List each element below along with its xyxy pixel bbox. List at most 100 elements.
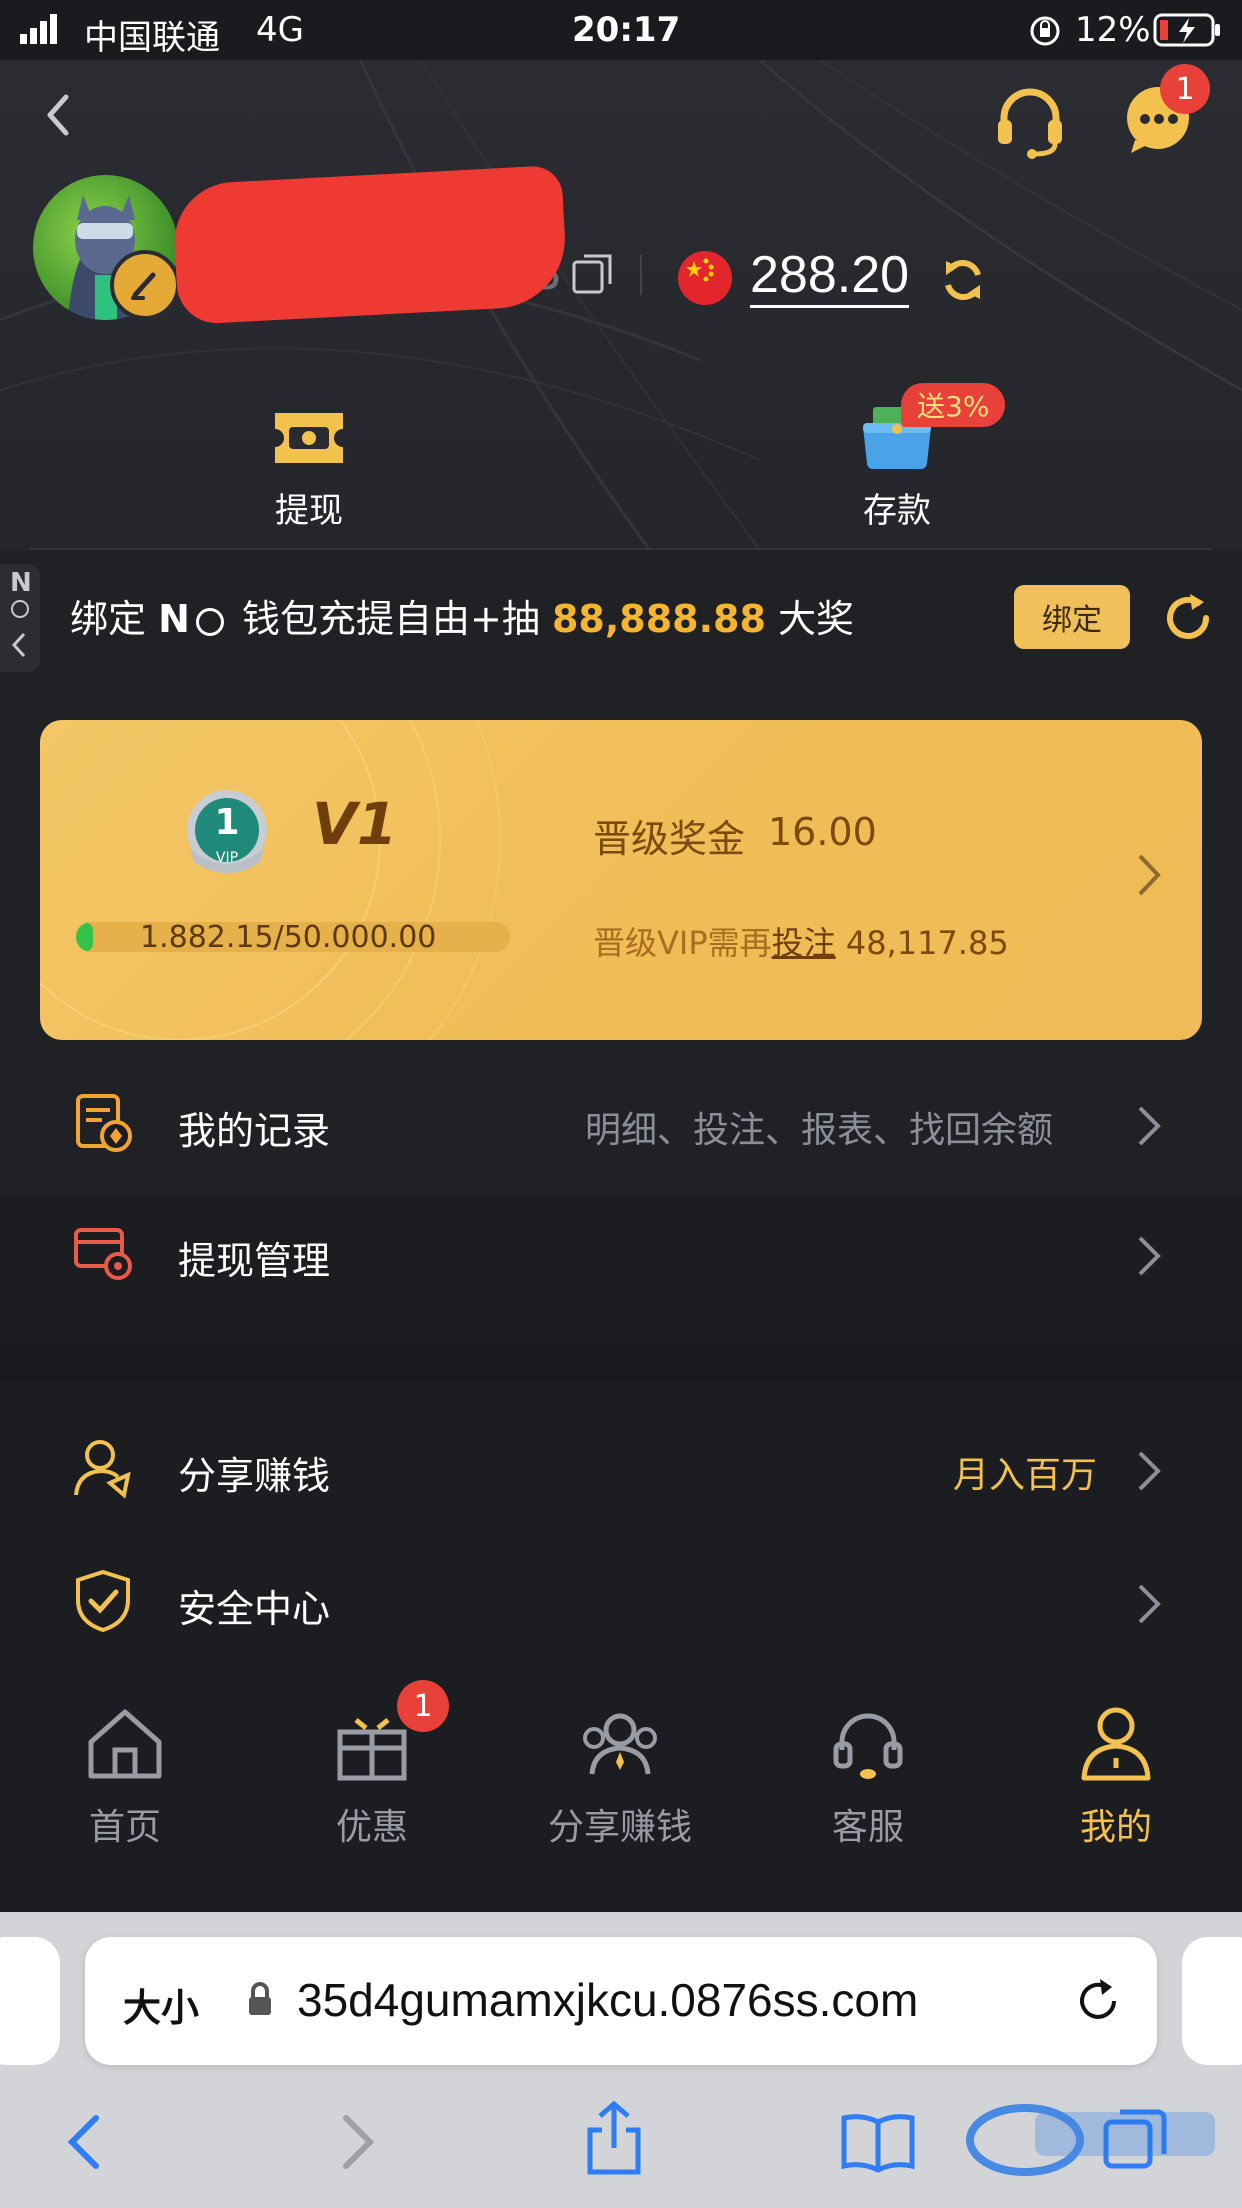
n-wallet-brand: N [158, 597, 190, 641]
shield-check-icon [72, 1568, 134, 1634]
edit-profile-button[interactable] [110, 250, 180, 320]
cash-ticket-icon [271, 407, 347, 469]
tab-customer-service-label: 客服 [831, 1807, 904, 1848]
tab-mine-label: 我的 [1079, 1807, 1152, 1848]
promotions-badge: 1 [397, 1680, 449, 1732]
menu-share-earn[interactable]: 分享赚钱 月入百万 [0, 1405, 1242, 1530]
clock: 20:17 [572, 10, 681, 50]
share-icon[interactable] [582, 2098, 646, 2178]
refresh-icon [1167, 594, 1209, 639]
upgrade-bonus-value: 16.00 [768, 810, 877, 854]
vip-progress-text: 1.882.15/50.000.00 [140, 920, 437, 955]
deposit-bonus-badge: 送3% [901, 383, 1006, 427]
network-label: 4G [256, 10, 304, 50]
chevron-right-icon [1138, 854, 1161, 896]
menu-security-center[interactable]: 安全中心 [0, 1538, 1242, 1663]
watermark-logo [965, 2090, 1230, 2180]
card-settings-icon [72, 1222, 136, 1284]
tab-share-earn[interactable]: 分享赚钱 [510, 1700, 730, 1880]
rotation-lock-icon [1028, 14, 1062, 48]
deposit-label: 存款 [863, 491, 931, 531]
bind-prefix: 绑定 [70, 597, 147, 641]
headset-icon [998, 88, 1062, 159]
tab-home-label: 首页 [88, 1807, 161, 1848]
redacted-username [171, 164, 569, 326]
tab-customer-service[interactable]: 客服 [758, 1700, 978, 1880]
url-text: 35d4gumamxjkcu.0876ss.com [297, 1974, 919, 2026]
records-label: 我的记录 [178, 1109, 331, 1153]
battery-icon [1153, 12, 1223, 48]
withdraw-button[interactable]: 提现 [209, 395, 409, 535]
vip-level: V1 [312, 790, 398, 858]
refresh-icon [945, 260, 981, 300]
tab-promotions-label: 优惠 [335, 1807, 408, 1848]
team-icon [583, 1713, 657, 1775]
vip-medal-icon: 1 VIP [182, 788, 272, 878]
upgrade-requirement: 晋级VIP需再投注 48,117.85 [593, 918, 1009, 964]
next-tab-card[interactable] [1182, 1937, 1242, 2065]
tab-promotions[interactable]: 1 优惠 [262, 1680, 482, 1880]
bookmarks-icon[interactable] [838, 2110, 918, 2174]
share-earn-label: 分享赚钱 [178, 1454, 331, 1498]
header-divider [30, 548, 1212, 550]
bind-wallet-banner: 绑定 N 钱包充提自由+抽 88,888.88 大奖 [70, 588, 854, 643]
carrier-label: 中国联通 [84, 18, 220, 58]
menu-withdraw-management[interactable]: 提现管理 [0, 1190, 1242, 1315]
vip-medal-number: 1 [214, 802, 240, 843]
side-tab-letter: N [10, 568, 32, 598]
refresh-banner-button[interactable] [1160, 590, 1216, 646]
menu-my-records[interactable]: 我的记录 明细、投注、报表、找回余额 [0, 1060, 1242, 1185]
side-drawer-tab[interactable]: N [0, 564, 40, 672]
deposit-button[interactable]: 送3% 存款 [797, 383, 1006, 535]
battery-percent: 12% [1075, 10, 1151, 50]
upgrade-remaining: 48,117.85 [845, 924, 1009, 962]
withdraw-label: 提现 [275, 491, 343, 531]
tab-home[interactable]: 首页 [15, 1700, 235, 1880]
reload-icon[interactable] [1070, 1973, 1126, 2029]
bitcoin-mini-icon [11, 600, 29, 618]
bind-suffix: 大奖 [778, 597, 855, 641]
notification-badge: 1 [1160, 64, 1210, 114]
customer-service-button[interactable] [990, 80, 1070, 160]
share-earn-subtitle: 月入百万 [953, 1455, 1098, 1496]
chevron-right-icon [1138, 1584, 1161, 1624]
bitcoin-icon [195, 607, 224, 636]
refresh-balance-button[interactable] [938, 255, 988, 305]
chevron-right-icon [1138, 1451, 1161, 1491]
lock-icon [249, 1982, 271, 2015]
upgrade-bonus-label: 晋级奖金 [593, 817, 746, 861]
browser-forward-icon[interactable] [332, 2110, 382, 2174]
home-icon [88, 1709, 162, 1779]
chevron-right-icon [1138, 1106, 1161, 1146]
vip-medal-text: VIP [215, 850, 239, 866]
chevron-right-icon [1138, 1236, 1161, 1276]
user-icon [1081, 1707, 1151, 1781]
share-user-icon [72, 1437, 136, 1501]
vip-card[interactable]: 1 VIP V1 晋级奖金 16.00 1.882.15/50.000.00 晋… [40, 720, 1202, 1040]
jackpot-amount: 88,888.88 [551, 597, 766, 641]
wallet-balance: 288.20 [750, 245, 910, 308]
copy-icon[interactable] [570, 250, 616, 296]
text-size-button[interactable]: 大小 [123, 1977, 199, 2032]
section-divider [0, 1345, 1242, 1381]
back-button[interactable] [30, 85, 90, 145]
browser-back-icon[interactable] [60, 2110, 110, 2174]
records-subtitle: 明细、投注、报表、找回余额 [585, 1110, 1054, 1151]
tab-share-earn-label: 分享赚钱 [547, 1807, 692, 1848]
pencil-icon [131, 272, 156, 300]
address-bar[interactable]: 大小 35d4gumamxjkcu.0876ss.com [85, 1937, 1157, 2065]
divider-vertical [640, 255, 642, 295]
status-bar: 中国联通 4G 20:17 12% [0, 0, 1242, 60]
china-flag-icon [678, 251, 732, 305]
headset-icon [833, 1713, 903, 1779]
prev-tab-card[interactable] [0, 1937, 60, 2065]
withdraw-management-label: 提现管理 [178, 1239, 331, 1283]
tab-mine[interactable]: 我的 [1006, 1700, 1226, 1880]
upgrade-prefix: 晋级VIP需再 [593, 924, 772, 962]
chevron-left-icon [47, 94, 69, 136]
bet-link[interactable]: 投注 [772, 924, 836, 962]
bind-text: 钱包充提自由+抽 [242, 597, 540, 641]
signal-icon [20, 14, 60, 44]
bind-button[interactable]: 绑定 [1014, 585, 1130, 649]
chevron-left-small-icon [11, 632, 26, 658]
